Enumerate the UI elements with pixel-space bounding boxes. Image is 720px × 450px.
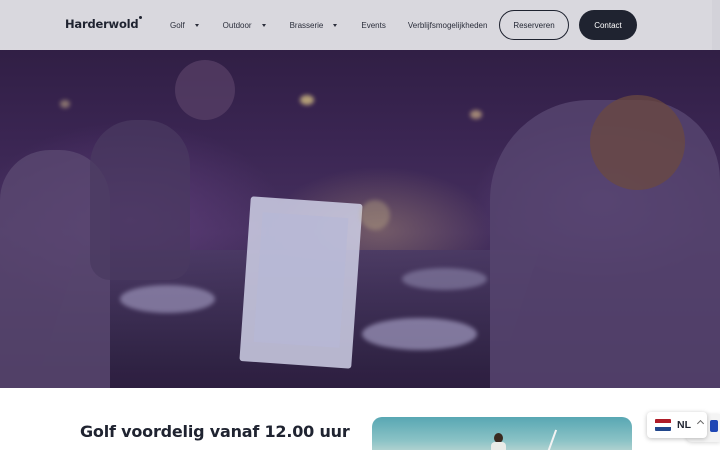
- nav-item-label: Verblijfsmogelijkheden: [407, 20, 488, 30]
- hero-light: [60, 100, 70, 108]
- scrollbar[interactable]: [712, 0, 720, 50]
- caret-down-icon: [194, 23, 199, 27]
- intro-section: Golf voordelig vanaf 12.00 uur: [0, 388, 720, 450]
- logo[interactable]: Harderwold: [65, 16, 143, 31]
- hero-image: [0, 0, 720, 388]
- golfer-body: [491, 442, 506, 450]
- hero-light: [300, 95, 314, 105]
- hero-plate: [402, 268, 487, 290]
- hero-person-head: [590, 95, 685, 190]
- language-code: NL: [677, 419, 691, 431]
- logo-text: Harderwold: [65, 17, 139, 31]
- flag-stripe: [655, 427, 671, 431]
- hero-light: [360, 200, 390, 230]
- caret-down-icon: [261, 23, 266, 27]
- section-headline: Golf voordelig vanaf 12.00 uur: [80, 422, 350, 441]
- contact-button-label: Contact: [594, 20, 622, 30]
- nav-item-label: Outdoor: [222, 20, 252, 30]
- hero-plate: [120, 285, 215, 313]
- contact-button[interactable]: Contact: [579, 10, 637, 40]
- site-header: Harderwold Golf Outdoor Brasserie Events…: [0, 0, 720, 50]
- widget-icon: [710, 420, 718, 432]
- hero-plate: [362, 318, 477, 350]
- nav-item-label: Events: [361, 20, 386, 30]
- nav-item-label: Brasserie: [289, 20, 324, 30]
- chevron-up-icon: [696, 419, 705, 428]
- hero-light: [470, 110, 482, 119]
- caret-down-icon: [333, 23, 338, 27]
- golf-club-icon: [544, 429, 558, 450]
- nav-item-events[interactable]: Events: [361, 21, 385, 30]
- main-nav: Golf Outdoor Brasserie Events Verblijfsm…: [170, 0, 511, 50]
- hero-person: [90, 120, 190, 280]
- promo-image: [372, 417, 632, 450]
- reserve-button-label: Reserveren: [513, 20, 555, 30]
- language-switcher[interactable]: NL: [647, 412, 707, 438]
- nav-item-golf[interactable]: Golf: [170, 21, 199, 30]
- nav-item-outdoor[interactable]: Outdoor: [223, 21, 266, 30]
- reserve-button[interactable]: Reserveren: [499, 10, 569, 40]
- hero-menu-card-inner: [253, 212, 349, 348]
- logo-dot-icon: [139, 16, 143, 19]
- nav-item-brasserie[interactable]: Brasserie: [290, 21, 338, 30]
- nav-item-verblijfsmogelijkheden[interactable]: Verblijfsmogelijkheden: [408, 21, 488, 30]
- nl-flag-icon: [655, 419, 671, 431]
- nav-item-label: Golf: [170, 20, 185, 30]
- hero-person-head: [175, 60, 235, 120]
